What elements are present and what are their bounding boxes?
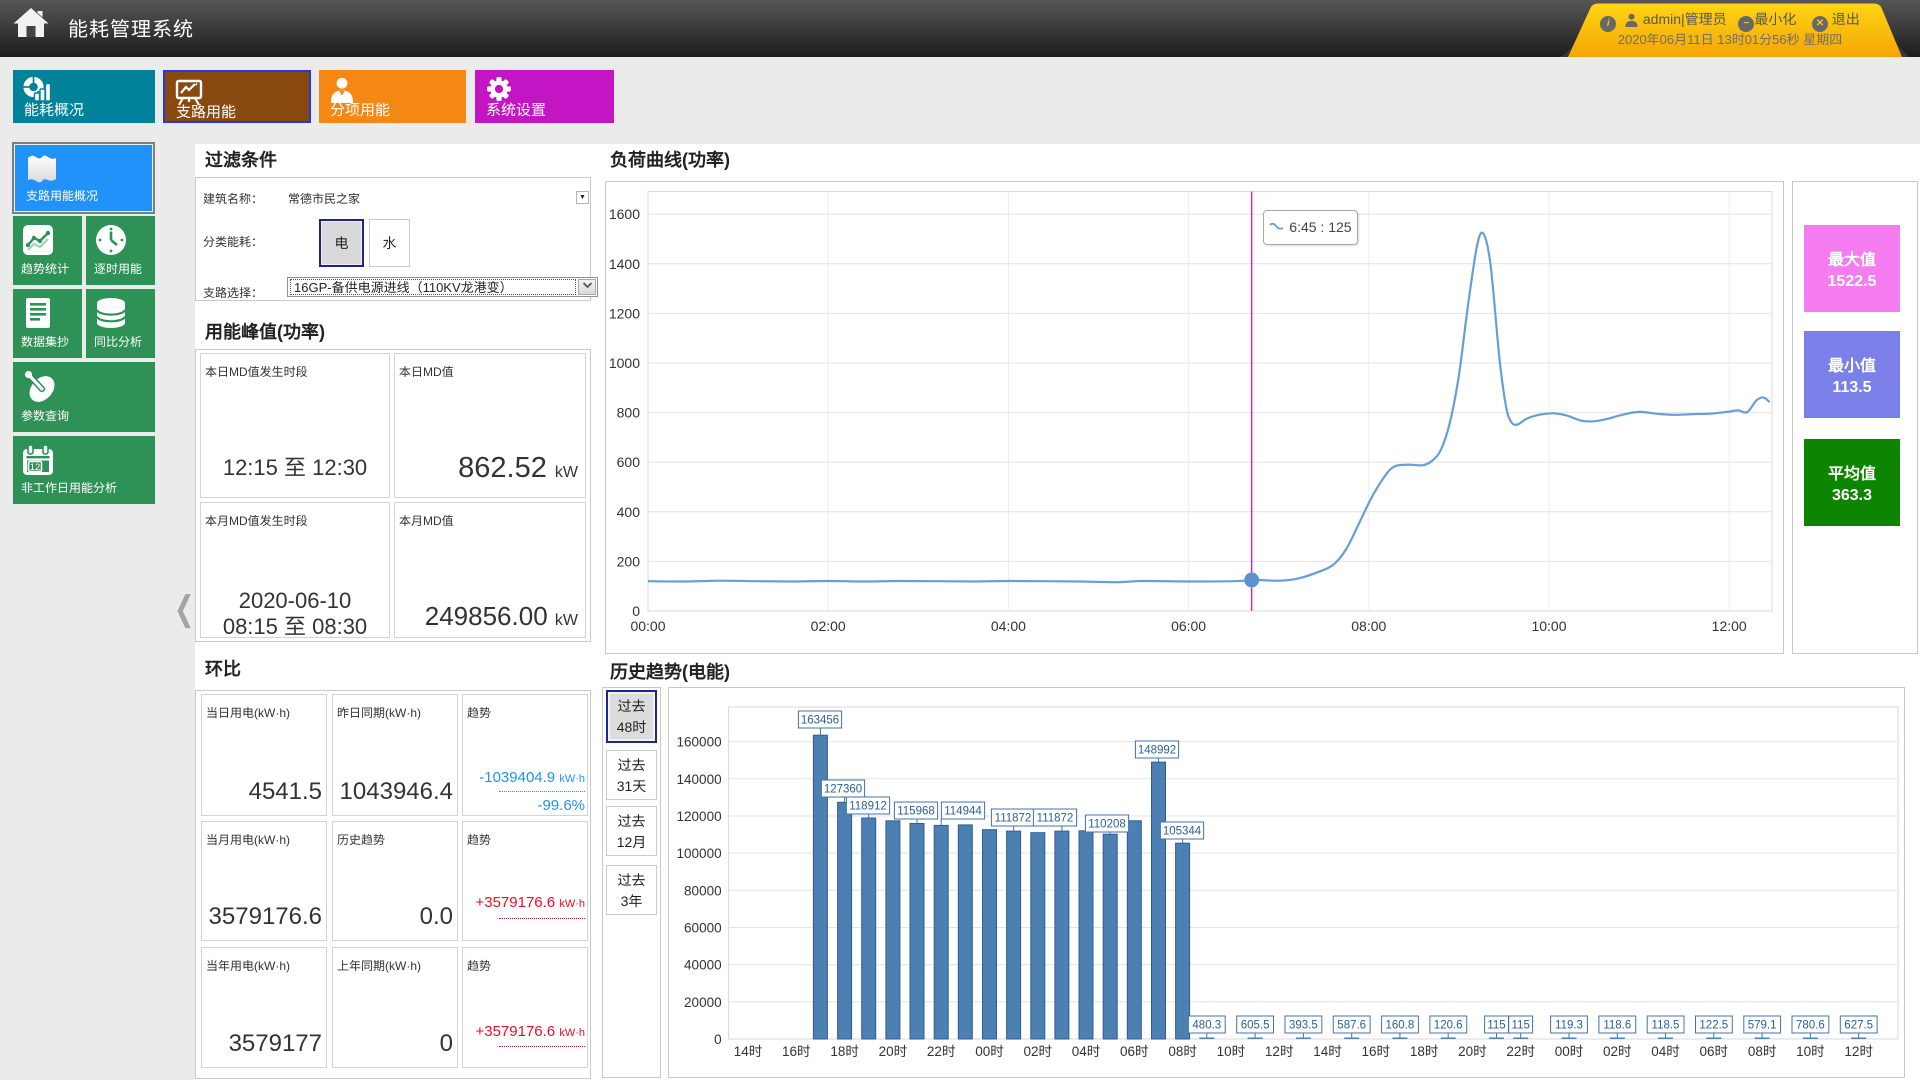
- svg-text:780.6: 780.6: [1796, 1020, 1825, 1032]
- svg-text:120.6: 120.6: [1434, 1020, 1463, 1032]
- svg-text:12:00: 12:00: [1712, 618, 1747, 634]
- svg-text:105344: 105344: [1163, 826, 1202, 838]
- svg-text:22时: 22时: [927, 1044, 956, 1059]
- svg-text:587.6: 587.6: [1337, 1020, 1366, 1032]
- svg-text:111872: 111872: [995, 813, 1032, 825]
- svg-text:140000: 140000: [677, 772, 722, 787]
- svg-text:20时: 20时: [1458, 1044, 1487, 1059]
- svg-text:627.5: 627.5: [1844, 1020, 1873, 1032]
- svg-text:00:00: 00:00: [630, 618, 665, 634]
- svg-text:02时: 02时: [1024, 1044, 1053, 1059]
- svg-text:110208: 110208: [1088, 819, 1126, 831]
- svg-text:115: 115: [1487, 1020, 1505, 1032]
- svg-text:14时: 14时: [1313, 1044, 1342, 1059]
- svg-text:20000: 20000: [684, 995, 722, 1010]
- svg-text:118.5: 118.5: [1652, 1020, 1680, 1032]
- svg-text:127360: 127360: [824, 784, 862, 796]
- svg-text:20时: 20时: [879, 1044, 908, 1059]
- svg-text:08时: 08时: [1748, 1044, 1777, 1059]
- svg-text:18时: 18时: [1410, 1044, 1439, 1059]
- svg-text:0: 0: [714, 1032, 722, 1047]
- svg-text:400: 400: [617, 504, 641, 520]
- svg-text:200: 200: [617, 553, 641, 569]
- svg-text:60000: 60000: [684, 921, 722, 936]
- svg-text:40000: 40000: [684, 958, 722, 973]
- svg-text:115: 115: [1512, 1020, 1530, 1032]
- svg-text:1200: 1200: [609, 305, 640, 321]
- svg-text:00时: 00时: [1555, 1044, 1584, 1059]
- svg-text:12时: 12时: [1265, 1044, 1294, 1059]
- svg-text:14时: 14时: [734, 1044, 763, 1059]
- svg-text:480.3: 480.3: [1192, 1020, 1221, 1032]
- svg-text:06时: 06时: [1700, 1044, 1729, 1059]
- svg-text:10时: 10时: [1796, 1044, 1825, 1059]
- svg-text:160.8: 160.8: [1386, 1020, 1415, 1032]
- svg-text:148992: 148992: [1138, 745, 1176, 757]
- svg-text:600: 600: [617, 454, 641, 470]
- svg-text:120000: 120000: [677, 809, 722, 824]
- svg-text:04时: 04时: [1072, 1044, 1101, 1059]
- svg-text:80000: 80000: [684, 883, 722, 898]
- svg-text:579.1: 579.1: [1748, 1020, 1777, 1032]
- svg-text:12时: 12时: [1844, 1044, 1873, 1059]
- svg-text:0: 0: [632, 603, 640, 619]
- svg-text:605.5: 605.5: [1241, 1020, 1270, 1032]
- svg-text:04:00: 04:00: [991, 618, 1026, 634]
- svg-text:06:00: 06:00: [1171, 618, 1206, 634]
- svg-text:122.5: 122.5: [1699, 1020, 1728, 1032]
- svg-text:800: 800: [617, 405, 641, 421]
- svg-text:04时: 04时: [1651, 1044, 1680, 1059]
- svg-text:114944: 114944: [944, 806, 982, 818]
- svg-text:393.5: 393.5: [1289, 1020, 1318, 1032]
- svg-text:100000: 100000: [677, 846, 722, 861]
- svg-text:08时: 08时: [1168, 1044, 1197, 1059]
- svg-text:00时: 00时: [975, 1044, 1004, 1059]
- svg-text:119.3: 119.3: [1555, 1020, 1583, 1032]
- svg-text:1600: 1600: [609, 206, 640, 222]
- svg-text:160000: 160000: [677, 735, 722, 750]
- svg-text:22时: 22时: [1506, 1044, 1535, 1059]
- svg-text:10:00: 10:00: [1531, 618, 1566, 634]
- svg-text:12: 12: [30, 462, 41, 473]
- svg-text:1400: 1400: [609, 256, 640, 272]
- svg-text:163456: 163456: [801, 715, 839, 727]
- svg-text:02:00: 02:00: [811, 618, 846, 634]
- svg-text:02时: 02时: [1603, 1044, 1632, 1059]
- svg-text:16时: 16时: [1362, 1044, 1391, 1059]
- svg-text:118912: 118912: [849, 801, 887, 813]
- svg-text:10时: 10时: [1217, 1044, 1246, 1059]
- svg-text:06时: 06时: [1120, 1044, 1149, 1059]
- svg-text:111872: 111872: [1037, 813, 1074, 825]
- svg-text:08:00: 08:00: [1351, 618, 1386, 634]
- svg-text:18时: 18时: [830, 1044, 859, 1059]
- svg-text:115968: 115968: [897, 806, 935, 818]
- svg-text:1000: 1000: [609, 355, 640, 371]
- svg-text:118.6: 118.6: [1603, 1020, 1631, 1032]
- svg-text:16时: 16时: [782, 1044, 811, 1059]
